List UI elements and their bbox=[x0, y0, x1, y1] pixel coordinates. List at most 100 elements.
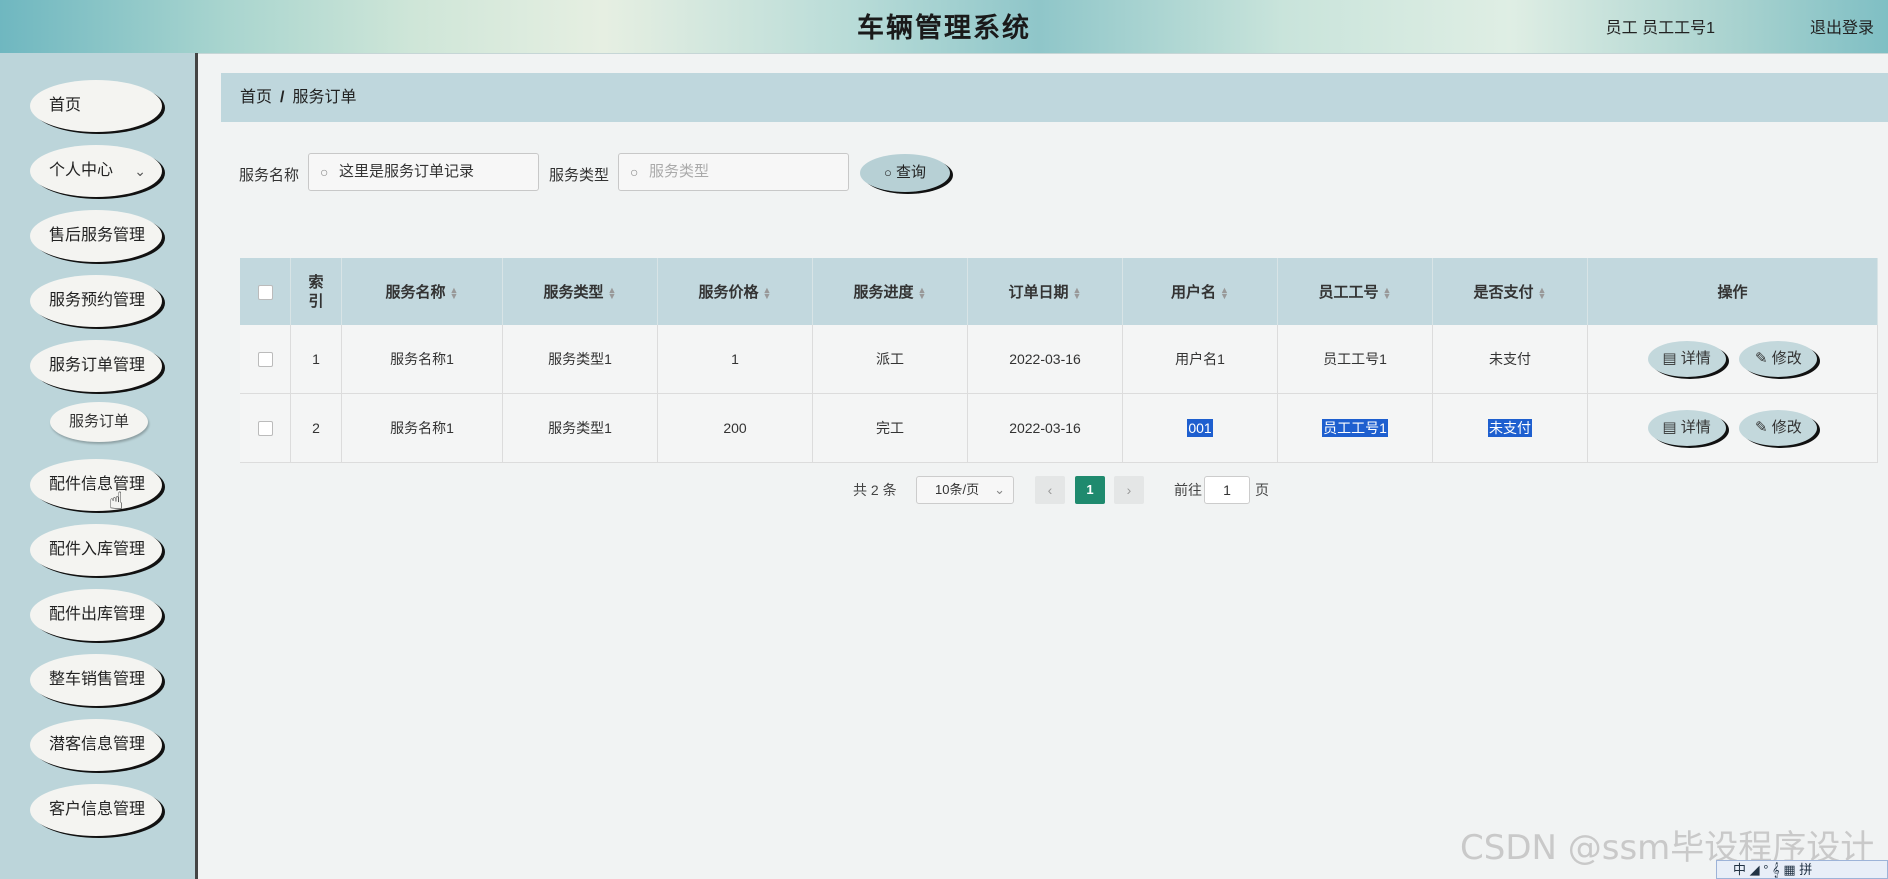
goto-label: 前往 bbox=[1174, 482, 1202, 498]
sidebar-item-parts-inbound[interactable]: 配件入库管理 bbox=[30, 524, 162, 576]
cell-service-price: 1 bbox=[657, 325, 813, 394]
page-number-current[interactable]: 1 bbox=[1075, 476, 1105, 504]
select-all-cell bbox=[240, 258, 291, 325]
sidebar-subitem-service-order[interactable]: 服务订单 bbox=[50, 402, 148, 442]
column-header-index: 索引 bbox=[290, 258, 342, 325]
chevron-left-icon: ‹ bbox=[1047, 482, 1053, 498]
cell-service-price: 200 bbox=[657, 393, 813, 463]
sidebar-item-personal-center[interactable]: 个人中心 ⌄ bbox=[30, 145, 162, 197]
cell-staff-no: 员工工号1 bbox=[1277, 393, 1433, 463]
search-icon: ○ bbox=[320, 164, 329, 180]
query-button-label: 查询 bbox=[896, 164, 927, 181]
sort-icon[interactable]: ▲ ▼ bbox=[1073, 286, 1082, 301]
column-header-staff-no[interactable]: 员工工号 ▲ ▼ bbox=[1277, 258, 1433, 325]
edit-button[interactable]: ✎ 修改 bbox=[1739, 410, 1818, 446]
cell-paid: 未支付 bbox=[1432, 393, 1588, 463]
cell-actions: ▤ 详情 ✎ 修改 bbox=[1587, 325, 1878, 394]
sidebar-item-service-booking[interactable]: 服务预约管理 bbox=[30, 275, 162, 327]
goto-page-input[interactable]: 1 bbox=[1204, 476, 1250, 504]
table-row: 2 服务名称1 服务类型1 200 完工 2022-03-16 001 员工工号… bbox=[240, 393, 1878, 463]
sidebar-item-home[interactable]: 首页 bbox=[30, 80, 162, 132]
service-order-table: 索引 服务名称 ▲ ▼ 服务类型 ▲ ▼ 服务价格 ▲ ▼ 服务进度 ▲ ▼ 订单日期 ▲ ▼ 用户… bbox=[240, 258, 1878, 463]
query-button[interactable]: ○ 查询 bbox=[860, 154, 950, 192]
sidebar-item-parts-outbound[interactable]: 配件出库管理 bbox=[30, 589, 162, 641]
sort-icon[interactable]: ▲ ▼ bbox=[1220, 286, 1229, 301]
logout-link[interactable]: 退出登录 bbox=[1810, 14, 1874, 38]
cell-username: 用户名1 bbox=[1122, 325, 1278, 394]
column-header-service-type[interactable]: 服务类型 ▲ ▼ bbox=[502, 258, 658, 325]
cell-service-name: 服务名称1 bbox=[341, 325, 503, 394]
row-checkbox[interactable] bbox=[257, 352, 273, 368]
sidebar-item-customer-info[interactable]: 客户信息管理 bbox=[30, 784, 162, 836]
column-header-paid[interactable]: 是否支付 ▲ ▼ bbox=[1432, 258, 1588, 325]
cell-service-type: 服务类型1 bbox=[502, 393, 658, 463]
service-type-input[interactable]: ○ 服务类型 bbox=[618, 153, 849, 191]
search-icon: ○ bbox=[630, 164, 639, 180]
service-name-input[interactable]: ○ 这里是服务订单记录 bbox=[308, 153, 539, 191]
sidebar-item-label: 配件入库管理 bbox=[49, 541, 146, 558]
selected-text: 未支付 bbox=[1488, 419, 1532, 437]
cell-staff-no: 员工工号1 bbox=[1277, 325, 1433, 394]
selected-text: 001 bbox=[1187, 419, 1213, 437]
pencil-icon: ✎ bbox=[1755, 350, 1768, 367]
pagination-total: 共 2 条 bbox=[853, 482, 897, 498]
cell-service-name: 服务名称1 bbox=[341, 393, 503, 463]
detail-button[interactable]: ▤ 详情 bbox=[1647, 410, 1726, 446]
select-all-checkbox[interactable] bbox=[257, 284, 273, 300]
breadcrumb-home[interactable]: 首页 bbox=[240, 89, 272, 106]
next-page-button[interactable]: › bbox=[1114, 476, 1144, 504]
cell-index: 1 bbox=[290, 325, 342, 394]
service-name-value: 这里是服务订单记录 bbox=[339, 163, 475, 180]
sidebar-item-label: 售后服务管理 bbox=[49, 227, 146, 244]
ime-toolbar: 中 ◢ ° 𝄞 ▦ 拼 bbox=[1716, 860, 1888, 879]
cell-username: 001 bbox=[1122, 393, 1278, 463]
sidebar-item-label: 整车销售管理 bbox=[49, 671, 146, 688]
cell-service-progress: 完工 bbox=[812, 393, 968, 463]
detail-button[interactable]: ▤ 详情 bbox=[1647, 341, 1726, 377]
chevron-right-icon: › bbox=[1126, 482, 1132, 498]
sidebar-item-vehicle-sales[interactable]: 整车销售管理 bbox=[30, 654, 162, 706]
column-header-username[interactable]: 用户名 ▲ ▼ bbox=[1122, 258, 1278, 325]
column-header-service-progress[interactable]: 服务进度 ▲ ▼ bbox=[812, 258, 968, 325]
sort-icon[interactable]: ▲ ▼ bbox=[608, 286, 617, 301]
sidebar-item-after-sales[interactable]: 售后服务管理 bbox=[30, 210, 162, 262]
sort-icon[interactable]: ▲ ▼ bbox=[450, 286, 459, 301]
column-header-service-price[interactable]: 服务价格 ▲ ▼ bbox=[657, 258, 813, 325]
sidebar-item-service-order[interactable]: 服务订单管理 bbox=[30, 340, 162, 392]
row-select-cell bbox=[240, 393, 291, 463]
service-type-label: 服务类型 bbox=[549, 167, 610, 184]
sidebar-item-label: 个人中心 bbox=[49, 162, 114, 179]
cell-index: 2 bbox=[290, 393, 342, 463]
page-size-select[interactable]: 10条/页 ⌄ bbox=[916, 476, 1014, 504]
search-icon: ○ bbox=[883, 165, 892, 180]
prev-page-button[interactable]: ‹ bbox=[1035, 476, 1065, 504]
chevron-down-icon: ⌄ bbox=[994, 482, 1005, 497]
sidebar-item-label: 服务预约管理 bbox=[49, 292, 146, 309]
sidebar-item-label: 配件出库管理 bbox=[49, 606, 146, 623]
sidebar-item-label: 潜客信息管理 bbox=[49, 736, 146, 753]
sort-icon[interactable]: ▲ ▼ bbox=[763, 286, 772, 301]
document-icon: ▤ bbox=[1662, 350, 1677, 367]
pencil-icon: ✎ bbox=[1755, 419, 1768, 436]
selected-text: 员工工号1 bbox=[1322, 419, 1388, 437]
sort-icon[interactable]: ▲ ▼ bbox=[1538, 286, 1547, 301]
sidebar-item-prospect-info[interactable]: 潜客信息管理 bbox=[30, 719, 162, 771]
column-header-order-date[interactable]: 订单日期 ▲ ▼ bbox=[967, 258, 1123, 325]
sort-icon[interactable]: ▲ ▼ bbox=[1383, 286, 1392, 301]
sidebar-item-parts-info[interactable]: 配件信息管理 bbox=[30, 459, 162, 511]
column-header-service-name[interactable]: 服务名称 ▲ ▼ bbox=[341, 258, 503, 325]
service-type-placeholder: 服务类型 bbox=[649, 163, 710, 180]
cell-actions: ▤ 详情 ✎ 修改 bbox=[1587, 393, 1878, 463]
current-user: 员工 员工工号1 bbox=[1605, 20, 1715, 37]
sidebar: 首页 个人中心 ⌄ 售后服务管理 服务预约管理 服务订单管理 服务订单 配件信息管… bbox=[0, 53, 198, 879]
chevron-down-icon: ⌄ bbox=[134, 163, 146, 179]
page-suffix: 页 bbox=[1255, 482, 1269, 498]
edit-button[interactable]: ✎ 修改 bbox=[1739, 341, 1818, 377]
document-icon: ▤ bbox=[1662, 419, 1677, 436]
sort-icon[interactable]: ▲ ▼ bbox=[918, 286, 927, 301]
table-row: 1 服务名称1 服务类型1 1 派工 2022-03-16 用户名1 员工工号1… bbox=[240, 325, 1878, 394]
row-checkbox[interactable] bbox=[257, 421, 273, 437]
cell-order-date: 2022-03-16 bbox=[967, 393, 1123, 463]
service-name-label: 服务名称 bbox=[239, 167, 300, 184]
row-select-cell bbox=[240, 325, 291, 394]
